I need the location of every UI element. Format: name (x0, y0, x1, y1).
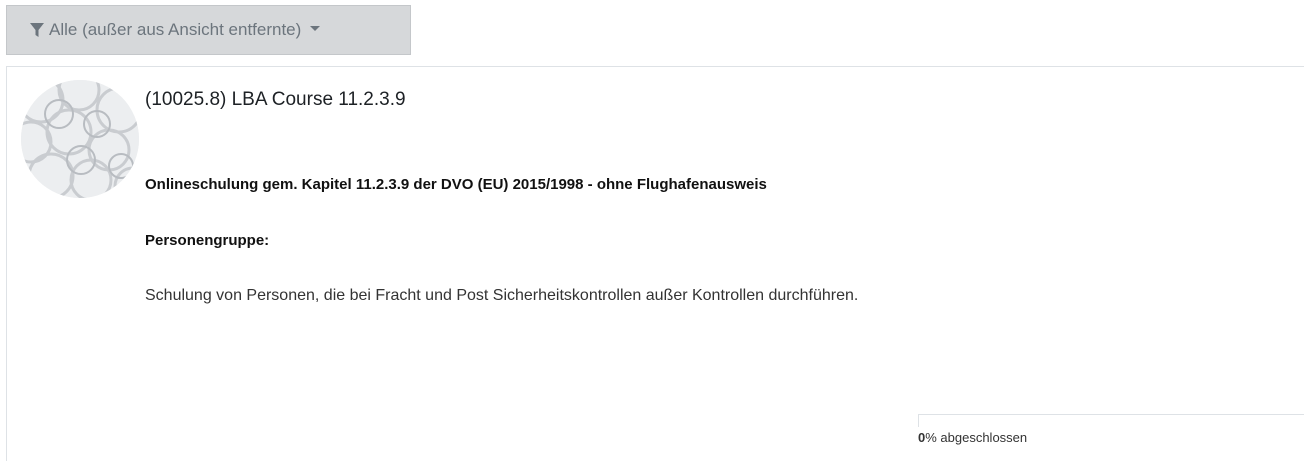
caret-down-icon (310, 25, 321, 31)
filter-icon (30, 23, 44, 37)
progress-text: 0% abgeschlossen (918, 430, 1027, 445)
course-summary-heading: Onlineschulung gem. Kapitel 11.2.3.9 der… (145, 176, 767, 193)
person-group-label: Personengruppe: (145, 232, 270, 249)
course-pattern-image (21, 80, 139, 198)
course-title-link[interactable]: (10025.8) LBA Course 11.2.3.9 (145, 89, 406, 111)
filter-label: Alle (außer aus Ansicht entfernte) (49, 20, 302, 39)
filter-dropdown-button[interactable]: Alle (außer aus Ansicht entfernte) (6, 5, 411, 55)
course-card: (10025.8) LBA Course 11.2.3.9 Onlineschu… (6, 66, 1304, 461)
progress-suffix: % abgeschlossen (925, 430, 1028, 445)
progress-bar (918, 414, 1304, 427)
course-image[interactable] (21, 80, 139, 198)
page: Alle (außer aus Ansicht entfernte) (1002… (0, 0, 1304, 461)
person-group-description: Schulung von Personen, die bei Fracht un… (145, 287, 859, 304)
